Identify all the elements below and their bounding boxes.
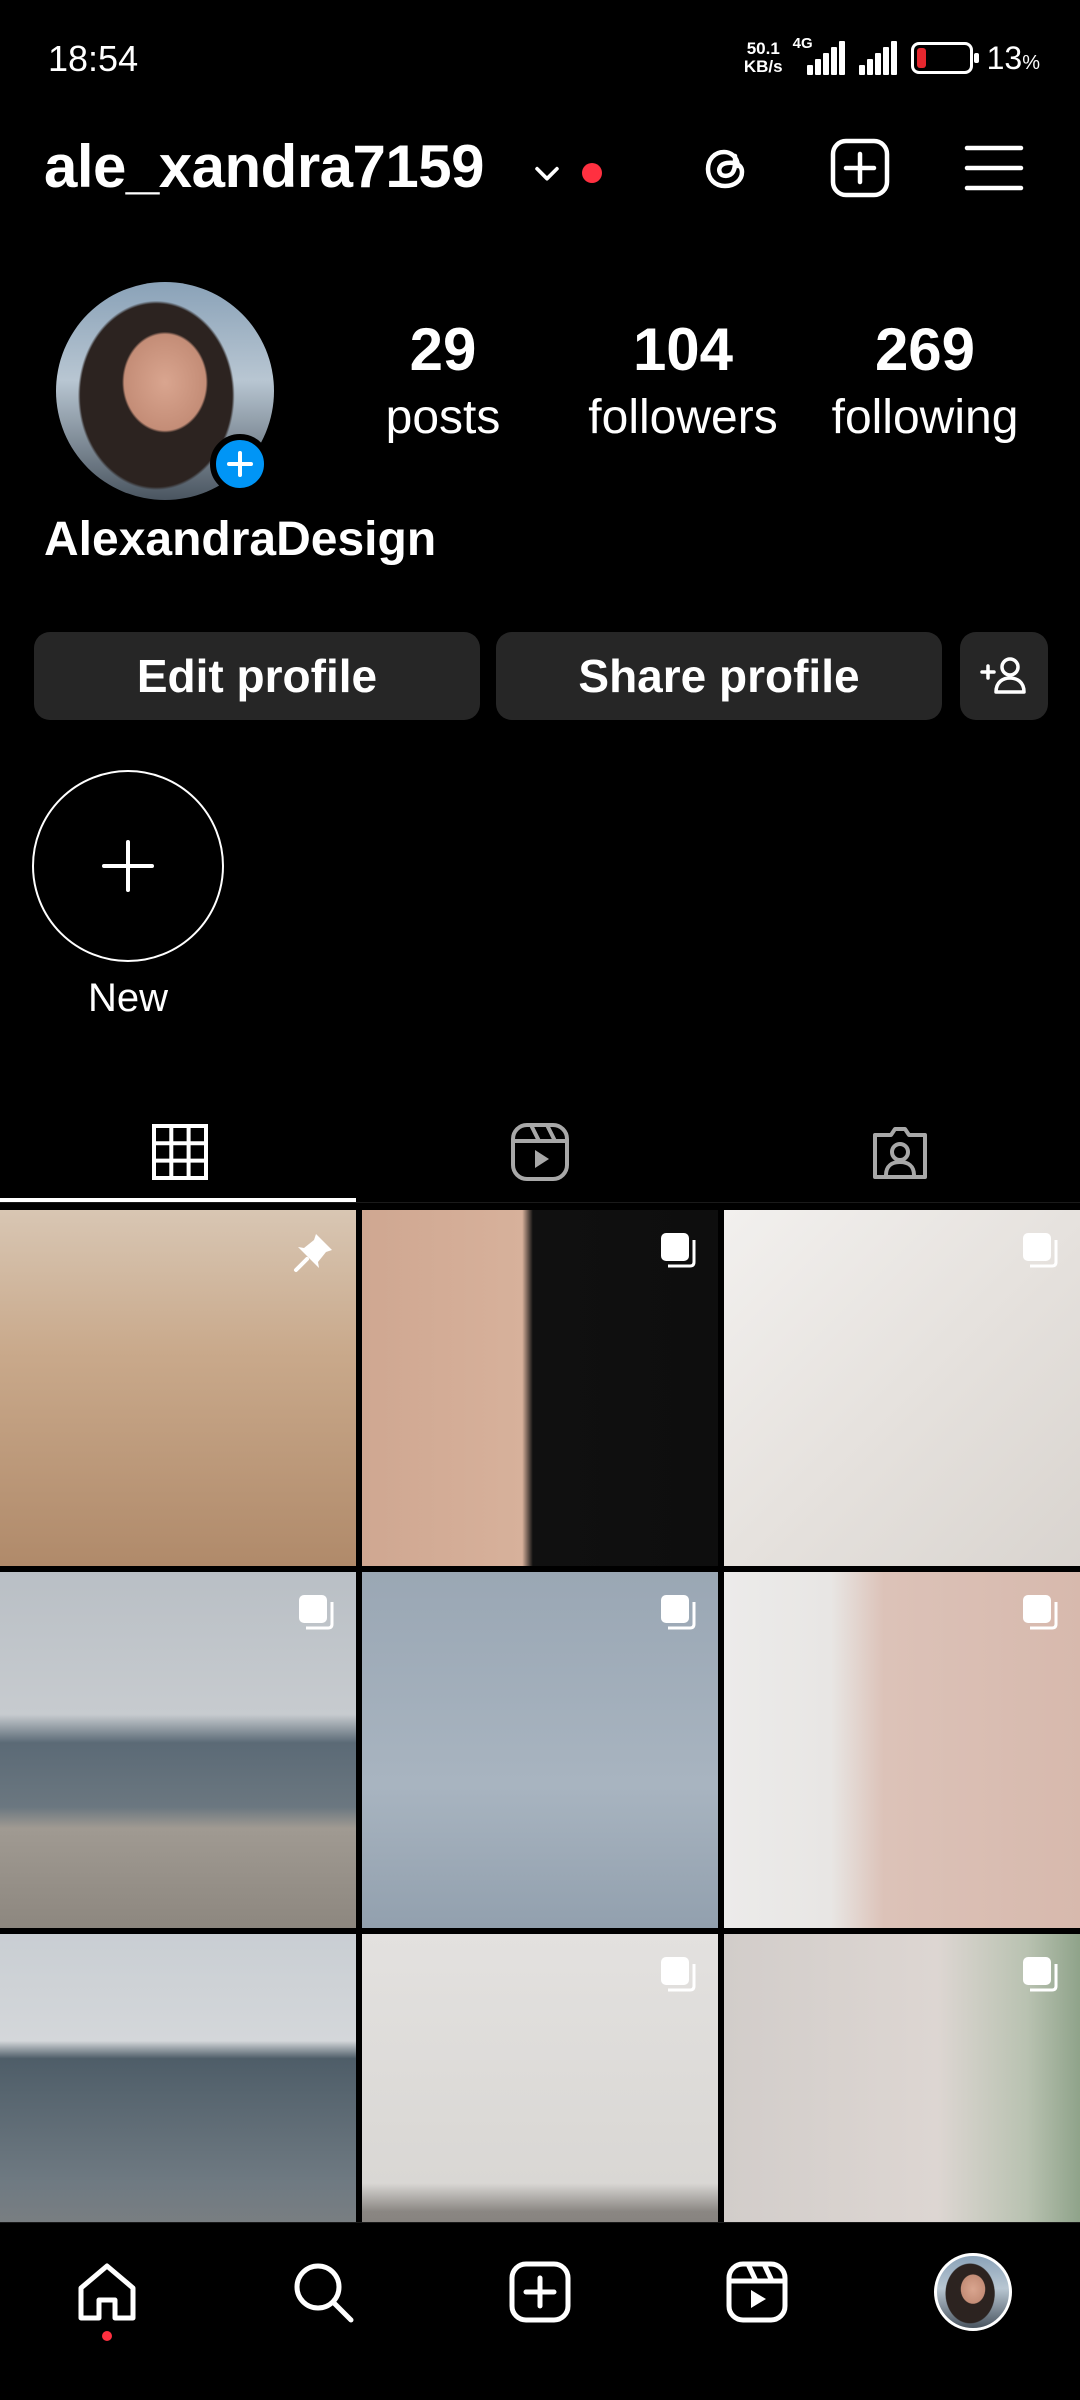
signal-4g-icon: 4G [793,35,845,75]
stat-posts[interactable]: 29 posts [370,318,516,448]
create-icon[interactable] [828,136,892,200]
posts-grid [0,1210,1080,2222]
carousel-icon [661,1957,696,1992]
battery-percent: 13% [986,39,1040,76]
carousel-icon [1023,1957,1058,1992]
add-person-icon [980,657,1026,694]
status-bar: 18:54 50.1 KB/s 4G 13% [0,0,1080,118]
home-notification-dot [102,2331,112,2341]
tab-reels[interactable] [360,1100,720,1204]
reels-icon [511,1123,569,1181]
plus-icon [227,451,253,477]
share-profile-button[interactable]: Share profile [496,632,942,720]
threads-icon[interactable] [694,136,758,200]
status-indicators: 50.1 KB/s 4G 13% [743,35,1040,80]
carousel-icon [1023,1233,1058,1268]
profile-avatar[interactable] [56,282,274,500]
post-tile[interactable] [0,1572,356,1928]
discover-people-button[interactable] [960,632,1048,720]
create-icon [509,2261,571,2323]
carousel-icon [1023,1595,1058,1630]
stat-followers[interactable]: 104 followers [576,318,790,448]
username-switcher[interactable]: ale_xandra7159 [44,132,485,201]
profile-avatar-icon [934,2253,1012,2331]
new-highlight-label: New [87,976,169,1020]
post-tile[interactable] [362,1210,718,1566]
post-tile[interactable] [724,1572,1080,1928]
plus-icon [102,840,154,892]
menu-icon[interactable] [962,136,1026,200]
carousel-icon [661,1233,696,1268]
tagged-icon [873,1127,927,1179]
post-tile[interactable] [362,1572,718,1928]
new-highlight-button[interactable] [32,770,224,962]
post-tile[interactable] [362,1934,718,2222]
add-story-badge[interactable] [210,434,270,494]
signal-icon [858,41,897,75]
post-tile[interactable] [724,1210,1080,1566]
chevron-down-icon[interactable] [530,156,564,190]
nav-create[interactable] [495,2247,585,2337]
carousel-icon [661,1595,696,1630]
network-speed: 50.1 KB/s [743,39,783,76]
post-tile[interactable] [0,1210,356,1566]
profile-header: ale_xandra7159 [0,118,1080,218]
nav-profile[interactable] [928,2247,1018,2337]
pin-icon [294,1234,332,1272]
battery-level [916,48,926,68]
stat-following[interactable]: 269 following [818,318,1032,448]
post-tile[interactable] [724,1934,1080,2222]
nav-search[interactable] [278,2247,368,2337]
nav-reels[interactable] [712,2247,802,2337]
bottom-navigation [0,2222,1080,2400]
grid-icon [152,1124,208,1180]
tab-tagged[interactable] [720,1100,1080,1204]
nav-home[interactable] [62,2247,152,2337]
tab-posts-grid[interactable] [0,1100,360,1204]
battery-icon [910,42,979,74]
tab-divider [0,1202,1080,1203]
edit-profile-button[interactable]: Edit profile [34,632,480,720]
search-icon [294,2263,354,2323]
carousel-icon [299,1595,334,1630]
post-tile[interactable] [0,1934,356,2222]
notification-dot [582,163,602,183]
display-name: AlexandraDesign [44,513,437,566]
reels-icon [726,2261,788,2323]
status-time: 18:54 [48,38,139,79]
home-icon [78,2263,136,2321]
